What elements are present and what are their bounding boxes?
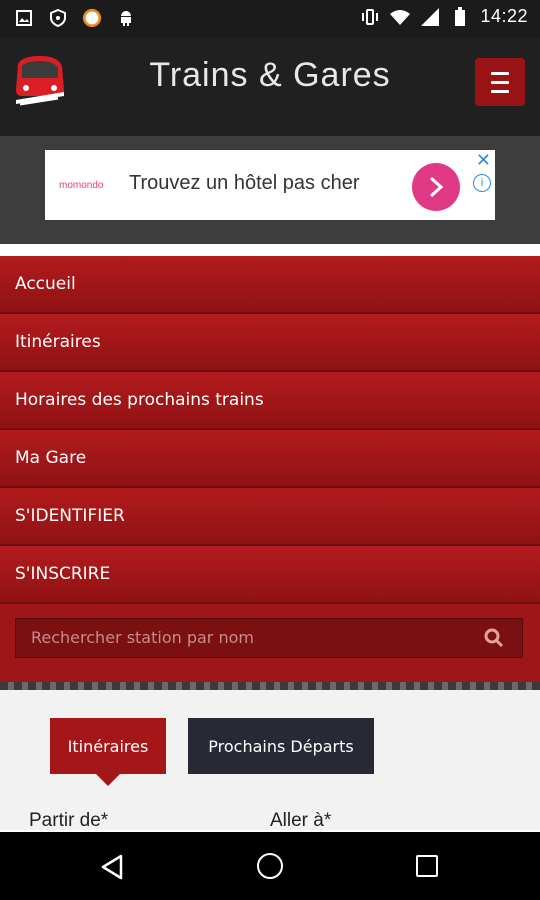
menu-item-accueil[interactable]: Accueil <box>0 256 540 314</box>
search-form-panel: Itinéraires Prochains Départs Partir de*… <box>0 690 540 831</box>
menu-item-ma-gare[interactable]: Ma Gare <box>0 430 540 488</box>
wifi-icon <box>390 7 411 27</box>
qr-badge-icon <box>82 8 102 28</box>
system-nav-bar <box>0 832 540 900</box>
back-icon[interactable] <box>100 854 124 880</box>
status-bar: 14:22 <box>0 0 540 38</box>
from-label: Partir de* <box>29 810 109 831</box>
ad-text[interactable]: Trouvez un hôtel pas cher <box>129 172 360 195</box>
home-icon[interactable] <box>257 853 283 879</box>
recent-apps-icon[interactable] <box>416 855 438 877</box>
battery-icon <box>450 6 470 27</box>
vibrate-icon <box>360 7 380 27</box>
station-search-input[interactable]: Rechercher station par nom <box>15 618 523 658</box>
image-icon <box>14 8 34 28</box>
ad-banner-area: momondo Trouvez un hôtel pas cher ✕ i <box>0 136 540 244</box>
hamburger-menu-button[interactable] <box>475 58 525 106</box>
shield-icon <box>48 8 68 28</box>
close-icon[interactable]: ✕ <box>476 150 491 171</box>
android-icon <box>116 8 136 28</box>
to-label: Aller à* <box>270 810 332 831</box>
app-title: Trains & Gares <box>149 56 391 94</box>
menu-item-sidentifier[interactable]: S'IDENTIFIER <box>0 488 540 546</box>
menu-item-sinscrire[interactable]: S'INSCRIRE <box>0 546 540 604</box>
hamburger-icon <box>491 71 509 75</box>
menu-item-horaires[interactable]: Horaires des prochains trains <box>0 372 540 430</box>
search-icon[interactable] <box>484 628 504 648</box>
signal-icon <box>420 7 440 27</box>
status-time: 14:22 <box>480 6 528 26</box>
search-placeholder: Rechercher station par nom <box>31 628 254 647</box>
ad-banner[interactable]: momondo Trouvez un hôtel pas cher ✕ i <box>45 150 495 220</box>
tab-itineraires[interactable]: Itinéraires <box>50 718 166 786</box>
station-search-bar: Rechercher station par nom <box>0 604 540 682</box>
app-bar: Trains & Gares <box>0 38 540 136</box>
ad-brand-logo: momondo <box>59 180 104 191</box>
menu-item-itineraires[interactable]: Itinéraires <box>0 314 540 372</box>
info-icon[interactable]: i <box>473 174 491 192</box>
tab-prochains-departs[interactable]: Prochains Départs <box>188 718 374 774</box>
chevron-right-icon[interactable] <box>412 163 460 211</box>
nav-menu: Accueil Itinéraires Horaires des prochai… <box>0 256 540 604</box>
